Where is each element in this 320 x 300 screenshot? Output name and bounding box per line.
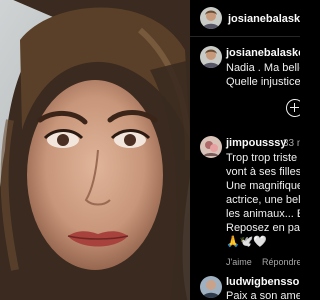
caption-line: Nadia . Ma belle. [226,62,300,74]
caption-line: Quelle injustice [226,76,300,88]
comment-time: 33 n [283,138,300,149]
commenter-avatar[interactable] [200,276,222,298]
comment-username[interactable]: ludwigbenssous [226,276,300,288]
like-comment-button[interactable]: J'aime [226,257,252,267]
comment-line: Trop trop triste 😢 [226,152,300,164]
plus-circle-icon[interactable] [286,99,300,117]
author-avatar[interactable] [200,7,222,29]
comment-line: 🙏🕊️🤍 [226,236,268,248]
comment-line: vont à ses filles [226,166,300,178]
reply-comment-button[interactable]: Répondre [262,257,300,267]
caption-author-avatar[interactable] [200,46,222,68]
comment-line: les animaux... Ell [226,208,300,220]
comment-line: Une magnifique [226,180,300,192]
caption-username[interactable]: josianebalaskoof [226,47,300,59]
comment-line: Reposez en paix [226,222,300,234]
author-username[interactable]: josianebalaskoof [228,13,300,25]
comments-panel: josianebalaskoof josianebalaskoof Nadia … [190,0,300,300]
comment-username[interactable]: jimpousssy [226,137,287,149]
post-photo [0,0,190,300]
comment-line: Paix a son ame s [226,290,300,300]
post-header: josianebalaskoof [190,0,300,37]
comment-line: actrice, une belle [226,194,300,206]
commenter-avatar[interactable] [200,136,222,158]
